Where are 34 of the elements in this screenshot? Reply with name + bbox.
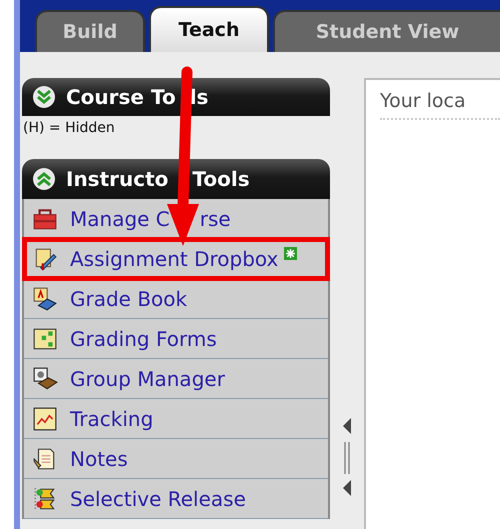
tab[interactable]: Teach [149, 6, 269, 52]
chart-icon [32, 406, 58, 432]
tool-item[interactable]: Notes [24, 439, 328, 479]
tool-item[interactable]: Grade Book [24, 279, 328, 319]
panel-title: Tools [192, 167, 250, 191]
people-icon [32, 366, 58, 392]
tool-label: rse [200, 206, 231, 230]
tool-label: Grade Book [70, 286, 188, 310]
panel-header[interactable]: Course To ls [22, 78, 330, 116]
tab[interactable]: Build [35, 10, 145, 52]
tab[interactable]: Student View [273, 10, 500, 52]
tool-label: Assignment Dropbox [70, 246, 278, 270]
tool-item[interactable]: Selective Release [24, 479, 328, 519]
expand-icon[interactable] [32, 85, 56, 109]
panel-header[interactable]: Instructo Tools [22, 159, 330, 199]
book-icon [32, 286, 58, 312]
tool-item[interactable]: Assignment Dropbox [24, 239, 328, 279]
tool-item[interactable]: Grading Forms [24, 319, 328, 359]
tool-label: Selective Release [70, 486, 246, 510]
tool-item[interactable]: Group Manager [24, 359, 328, 399]
panel-title: Course To [66, 85, 176, 109]
splitter-handle[interactable] [341, 418, 353, 498]
tool-label: Notes [70, 446, 128, 470]
tool-label: Manage C [70, 206, 170, 230]
location-text: Your loca [380, 80, 500, 120]
tool-label: Tracking [70, 406, 154, 430]
tool-label: Group Manager [70, 366, 225, 390]
tool-label: Grading Forms [70, 326, 217, 350]
hidden-legend: (H) = Hidden [22, 116, 330, 136]
collapse-icon[interactable] [32, 167, 56, 191]
panel-title: Instructo [66, 167, 168, 191]
tool-item[interactable]: Tracking [24, 399, 328, 439]
panel-title: ls [190, 85, 208, 109]
grid-icon [32, 326, 58, 352]
